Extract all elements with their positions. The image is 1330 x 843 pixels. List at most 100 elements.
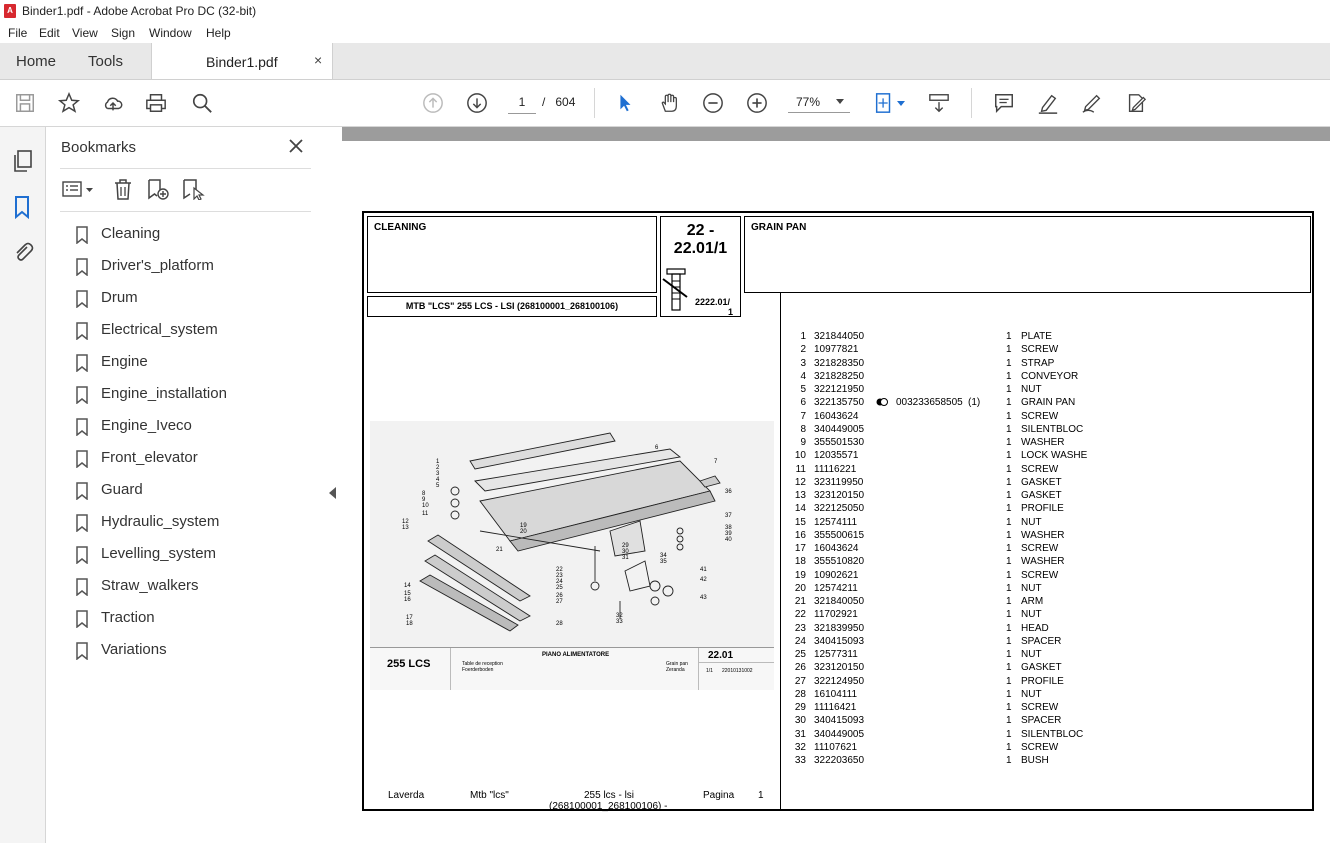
- delete-icon[interactable]: [112, 178, 134, 200]
- part-qty: 1: [1006, 476, 1012, 488]
- bookmark-label: Traction: [101, 609, 155, 626]
- upload-cloud-icon[interactable]: [101, 92, 125, 114]
- bookmark-label: Engine_Iveco: [101, 417, 192, 434]
- page-number-input[interactable]: 1: [508, 91, 536, 114]
- part-description: HEAD: [1021, 622, 1049, 634]
- zoom-out-icon[interactable]: [701, 92, 725, 114]
- bookmark-icon: [76, 226, 88, 244]
- part-number: 14: [794, 503, 806, 515]
- part-qty: 1: [1006, 423, 1012, 435]
- print-icon[interactable]: [144, 92, 168, 114]
- draw-pen-icon[interactable]: [1080, 92, 1104, 114]
- part-qty: 1: [1006, 741, 1012, 753]
- bookmark-item[interactable]: Levelling_system: [76, 544, 306, 566]
- fill-sign-icon[interactable]: [1124, 92, 1148, 114]
- part-number: 6: [800, 397, 806, 409]
- bookmark-item[interactable]: Engine_Iveco: [76, 416, 306, 438]
- part-qty: 1: [1006, 410, 1012, 422]
- svg-text:10: 10: [422, 503, 429, 509]
- part-code: 12574111: [814, 516, 858, 528]
- search-icon[interactable]: [190, 92, 214, 114]
- select-pointer-icon[interactable]: [613, 92, 637, 114]
- svg-text:20: 20: [520, 529, 527, 535]
- replacement-icon: [876, 398, 888, 407]
- bookmark-icon: [76, 610, 88, 628]
- bookmark-item[interactable]: Hydraulic_system: [76, 512, 306, 534]
- star-icon[interactable]: [57, 92, 81, 114]
- bookmark-icon: [76, 578, 88, 596]
- part-code: 12574211: [814, 582, 858, 594]
- bookmark-icon: [76, 258, 88, 276]
- bookmark-item[interactable]: Engine_installation: [76, 384, 306, 406]
- title-bar: A Binder1.pdf - Adobe Acrobat Pro DC (32…: [0, 0, 1330, 23]
- bookmark-item[interactable]: Variations: [76, 640, 306, 662]
- part-qty: 1: [1006, 543, 1012, 554]
- part-description: BUSH: [1021, 755, 1049, 766]
- bookmark-item[interactable]: Front_elevator: [76, 448, 306, 470]
- bookmark-panel-icon[interactable]: [14, 195, 30, 219]
- part-number: 3: [800, 357, 806, 369]
- chevron-down-icon[interactable]: [897, 101, 905, 107]
- part-description: PROFILE: [1021, 675, 1064, 687]
- zoom-level-select[interactable]: 77%: [788, 91, 850, 113]
- scrolling-mode-icon[interactable]: [927, 92, 951, 114]
- prev-page-icon[interactable]: [421, 92, 445, 114]
- menu-help[interactable]: Help: [206, 26, 231, 40]
- chevron-left-icon[interactable]: [329, 487, 337, 499]
- bookmark-label: Levelling_system: [101, 545, 217, 562]
- bookmark-item[interactable]: Driver's_platform: [76, 256, 306, 278]
- column-divider: [780, 293, 781, 809]
- section-box: CLEANING: [367, 216, 657, 293]
- bookmark-item[interactable]: Engine: [76, 352, 306, 374]
- zoom-in-icon[interactable]: [745, 92, 769, 114]
- part-qty: 1: [1006, 437, 1012, 448]
- tab-tools[interactable]: Tools: [88, 53, 123, 70]
- menu-view[interactable]: View: [72, 26, 98, 40]
- document-view[interactable]: CLEANING 22 - 22.01/1 2222.01/ 1 GRAIN P…: [342, 127, 1330, 843]
- bookmark-icon: [76, 514, 88, 532]
- part-number: 22: [794, 609, 806, 621]
- menu-sign[interactable]: Sign: [111, 26, 135, 40]
- bookmark-item[interactable]: Traction: [76, 608, 306, 630]
- bookmark-label: Straw_walkers: [101, 577, 199, 594]
- part-number: 1: [800, 331, 806, 342]
- close-tab-icon[interactable]: ×: [314, 52, 322, 68]
- new-bookmark-icon[interactable]: [146, 178, 170, 200]
- page-gap: [342, 127, 1330, 141]
- footer-range: (268100001_268100106) -: [549, 801, 668, 812]
- comment-icon[interactable]: [992, 92, 1016, 114]
- menu-window[interactable]: Window: [149, 26, 192, 40]
- bookmark-item[interactable]: Guard: [76, 480, 306, 502]
- part-code: 340449005: [814, 423, 865, 435]
- highlight-icon[interactable]: [1036, 92, 1060, 114]
- bookmark-item[interactable]: Straw_walkers: [76, 576, 306, 598]
- part-description: LOCK WASHE: [1021, 450, 1088, 462]
- part-qty: 1: [1006, 702, 1012, 713]
- bookmark-item[interactable]: Drum: [76, 288, 306, 310]
- bookmark-item[interactable]: Electrical_system: [76, 320, 306, 342]
- part-number: 12: [794, 476, 806, 488]
- tab-document[interactable]: Binder1.pdf ×: [151, 43, 333, 79]
- part-description: GRAIN PAN: [1021, 397, 1076, 409]
- bookmark-from-selection-icon[interactable]: [181, 178, 205, 200]
- part-code: 322121950: [814, 384, 865, 395]
- bookmark-item[interactable]: Cleaning: [76, 224, 306, 246]
- bookmark-icon: [76, 354, 88, 372]
- save-icon[interactable]: [13, 92, 37, 114]
- menu-edit[interactable]: Edit: [39, 26, 60, 40]
- close-icon[interactable]: [289, 139, 303, 153]
- diagram-number: 22010131002: [722, 668, 753, 674]
- page-thumbnails-icon[interactable]: [12, 149, 34, 173]
- part-alt-code: 003233658505: [896, 397, 963, 409]
- menu-file[interactable]: File: [8, 26, 27, 40]
- next-page-icon[interactable]: [465, 92, 489, 114]
- svg-text:5: 5: [436, 483, 440, 489]
- svg-text:41: 41: [700, 567, 707, 573]
- attachments-icon[interactable]: [12, 240, 34, 264]
- tab-home[interactable]: Home: [16, 53, 56, 70]
- tab-bar: Home Tools Binder1.pdf ×: [0, 43, 1330, 80]
- panel-collapse-handle[interactable]: [324, 127, 342, 843]
- hand-tool-icon[interactable]: [657, 92, 681, 114]
- fit-page-icon[interactable]: [872, 92, 896, 114]
- bookmark-options-icon[interactable]: [62, 181, 96, 199]
